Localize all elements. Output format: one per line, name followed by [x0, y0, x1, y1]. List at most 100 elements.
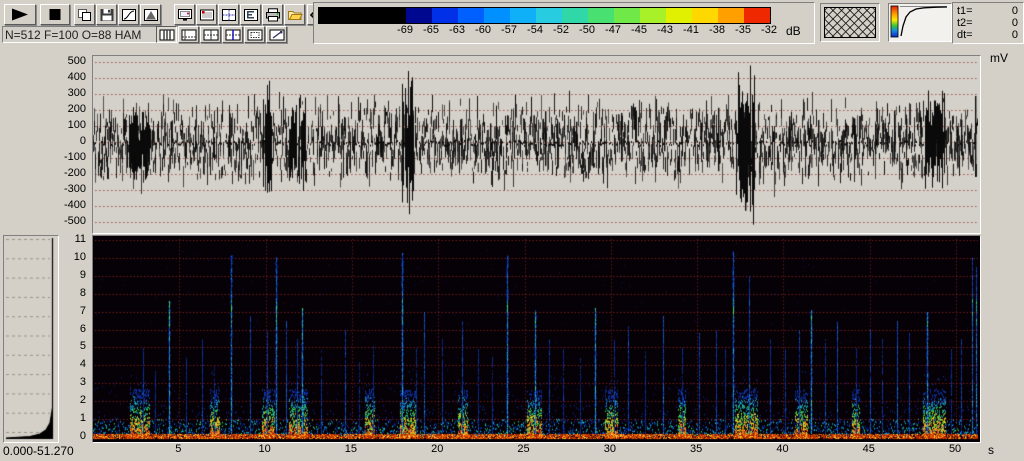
edit-annotate-button[interactable] [266, 26, 287, 43]
spec-x-tick-label: 30 [603, 443, 616, 455]
triangle-window-button[interactable] [140, 4, 161, 25]
cursor-readout-panel: t1= 0 t2= 0 dt= 0 [952, 2, 1024, 44]
spec-y-tick-label: 8 [79, 286, 86, 299]
view-zoom-button[interactable] [244, 26, 265, 43]
spec-y-tick-label: 11 [74, 233, 86, 245]
colorbar-segment [718, 8, 744, 23]
stop-button[interactable] [40, 4, 70, 25]
osc-y-tick-label: -500 [63, 215, 86, 227]
colorbar-tick-label: -43 [657, 24, 673, 36]
t2-label: t2= [957, 17, 973, 29]
view-oscillogram-icon [159, 29, 174, 40]
mean-spectrum-panel [3, 235, 59, 443]
hatch-pattern-icon [824, 7, 876, 38]
view-oscillogram-button[interactable] [156, 26, 177, 43]
t2-row: t2= 0 [957, 17, 1018, 29]
osc-y-tick-label: -300 [63, 183, 86, 195]
colorbar-segment [406, 8, 432, 23]
colorbar-panel: -69 -65 -63 -60 -57 -54 -52 -50 -47 -45 -43 -41 -38-… [313, 2, 815, 44]
colorbar-segment [666, 8, 692, 23]
osc-y-tick-label: 100 [67, 119, 86, 131]
spec-y-tick-label: 9 [79, 268, 86, 281]
spec-y-tick-label: 7 [79, 304, 86, 317]
oscillogram-panel [92, 55, 981, 234]
spectrogram-canvas[interactable] [93, 236, 978, 440]
spec-x-tick-label: 15 [344, 443, 358, 455]
colorbar-segment [588, 8, 614, 23]
open-file-button[interactable] [284, 4, 305, 25]
spec-x-tick-label: 25 [517, 443, 530, 455]
display-button[interactable] [174, 4, 195, 25]
play-button[interactable] [4, 4, 36, 25]
spec-y-tick-label: 3 [79, 376, 86, 389]
function-curve-icon [121, 8, 136, 21]
colorbar-tick-label: -54 [527, 24, 543, 36]
view-split-cursor-icon [225, 29, 240, 40]
amplitude-mapping-button[interactable] [888, 3, 952, 42]
osc-y-tick-label: 400 [67, 71, 86, 83]
spec-x-tick-label: 50 [948, 443, 962, 455]
view-split-cursor-button[interactable] [222, 26, 243, 43]
colorbar-tick-label: -57 [501, 24, 517, 36]
print-button[interactable] [262, 4, 283, 25]
spec-y-tick-label: 4 [79, 358, 86, 371]
hatch-pattern-button[interactable] [820, 3, 880, 42]
fft-params-button[interactable] [240, 4, 261, 25]
colorbar-tick-label: -35 [735, 24, 751, 36]
osc-y-tick-label: -200 [63, 167, 86, 179]
spec-x-tick-label: 20 [431, 443, 444, 455]
osc-y-tick-label: 200 [67, 103, 86, 115]
colorbar-tick-label: -63 [449, 24, 465, 36]
view-spectrogram-button[interactable] [178, 26, 199, 43]
colorbar-segment [319, 8, 406, 23]
colorbar-tick-label: -50 [579, 24, 595, 36]
view-split-icon [203, 29, 218, 40]
sonagram-settings-button[interactable] [196, 4, 217, 25]
dt-value: 0 [1011, 29, 1018, 41]
stop-icon [49, 9, 61, 20]
triangle-window-icon [143, 8, 158, 21]
colorbar-segment [562, 8, 588, 23]
spec-y-tick-label: 0 [79, 430, 86, 442]
edit-annotate-icon [269, 29, 284, 40]
display-icon [177, 8, 192, 21]
osc-y-tick-label: 0 [79, 135, 86, 147]
colorbar-tick-label: -60 [475, 24, 491, 36]
function-curve-button[interactable] [118, 4, 139, 25]
t1-label: t1= [957, 5, 973, 17]
oscillogram-canvas[interactable] [93, 56, 978, 231]
colorbar-tick-label: -52 [553, 24, 569, 36]
spec-x-tick-label: 40 [776, 443, 789, 455]
mean-spectrum-canvas[interactable] [4, 236, 56, 440]
colorbar-tick-label: -65 [423, 24, 439, 36]
colorbar-segment [484, 8, 510, 23]
dt-row: dt= 0 [957, 29, 1018, 41]
spec-y-tick-label: 2 [79, 394, 86, 407]
spec-x-tick-label: 5 [175, 443, 182, 455]
spec-x-unit-label: s [988, 443, 994, 457]
open-file-icon [287, 10, 303, 20]
print-icon [265, 7, 280, 21]
colorbar-segment [536, 8, 562, 23]
save-button[interactable] [96, 4, 117, 25]
spec-x-tick-label: 10 [258, 443, 271, 455]
play-icon [12, 8, 28, 21]
colorbar-tick-label: -47 [605, 24, 621, 36]
colorbar-tick-label: -38 [709, 24, 725, 36]
t1-row: t1= 0 [957, 5, 1018, 17]
view-split-button[interactable] [200, 26, 221, 43]
dt-label: dt= [957, 29, 973, 41]
osc-y-tick-label: -100 [63, 151, 86, 163]
colorbar-tick-label: -32 [761, 24, 777, 36]
spec-y-tick-label: 1 [79, 412, 86, 425]
grid-display-icon [221, 8, 236, 21]
copy-button[interactable] [74, 4, 95, 25]
colorbar-segment [510, 8, 536, 23]
colorbar-segment [744, 8, 770, 23]
colorbar-gradient [318, 7, 771, 24]
grid-display-button[interactable] [218, 4, 239, 25]
save-icon [100, 8, 113, 21]
view-spectrogram-icon [181, 29, 196, 40]
osc-y-tick-label: -400 [63, 199, 86, 211]
time-range-label: 0.000-51.270 [3, 444, 74, 458]
